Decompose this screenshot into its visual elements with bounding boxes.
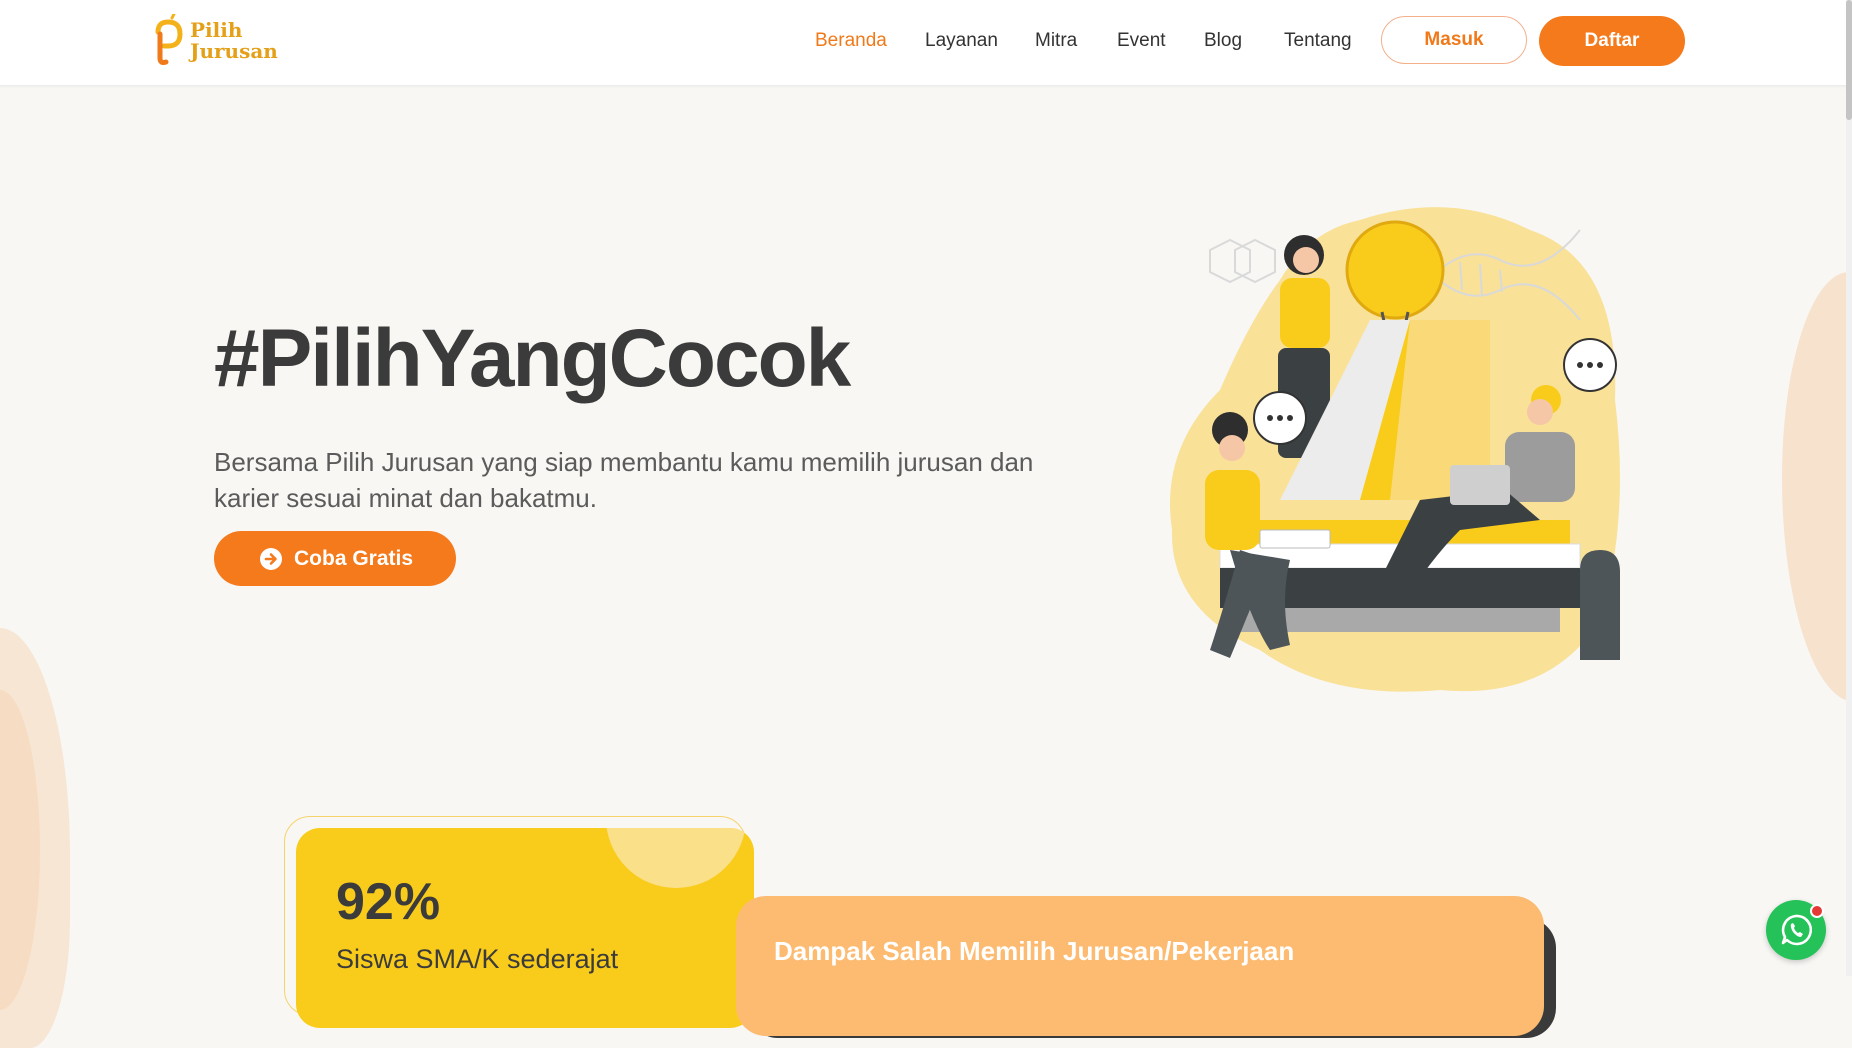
nav-item-event[interactable]: Event: [1117, 26, 1166, 56]
try-free-button[interactable]: Coba Gratis: [214, 531, 456, 586]
arrow-circle-right-icon: [260, 548, 282, 570]
whatsapp-icon: [1781, 914, 1813, 946]
hero-subtitle: Bersama Pilih Jurusan yang siap membantu…: [214, 447, 1034, 513]
background-blob-right: [1782, 272, 1852, 702]
stat-value: 92%: [336, 873, 441, 931]
stat-card: 92% Siswa SMA/K sederajat: [296, 828, 754, 1028]
brand-logo[interactable]: Pilih Jurusan: [152, 14, 282, 70]
nav-item-tentang[interactable]: Tentang: [1284, 26, 1352, 56]
page-scrollbar[interactable]: [1846, 0, 1852, 976]
nav-item-blog[interactable]: Blog: [1204, 26, 1242, 56]
pilih-jurusan-logo-icon: [155, 14, 183, 65]
top-navbar: Pilih Jurusan Beranda Layanan Mitra Even…: [0, 0, 1852, 86]
login-button[interactable]: Masuk: [1381, 16, 1527, 64]
impact-title: Dampak Salah Memilih Jurusan/Pekerjaan: [774, 936, 1295, 966]
impact-card: Dampak Salah Memilih Jurusan/Pekerjaan: [736, 896, 1544, 1036]
scrollbar-thumb[interactable]: [1846, 0, 1852, 120]
register-button[interactable]: Daftar: [1539, 16, 1685, 66]
brand-name-line1: Pilih: [190, 18, 243, 42]
stat-card-decoration: [606, 828, 746, 888]
nav-item-beranda[interactable]: Beranda: [815, 26, 887, 56]
notification-badge: [1810, 904, 1824, 918]
try-free-label: Coba Gratis: [294, 547, 414, 570]
nav-item-mitra[interactable]: Mitra: [1035, 26, 1077, 56]
stat-label: Siswa SMA/K sederajat: [336, 944, 619, 974]
students-lightbulb-illustration: [1170, 207, 1620, 692]
nav-item-layanan[interactable]: Layanan: [925, 26, 998, 56]
brand-name: Pilih Jurusan: [190, 20, 278, 62]
hero-title: #PilihYangCocok: [214, 313, 851, 404]
brand-name-line2: Jurusan: [190, 39, 278, 63]
